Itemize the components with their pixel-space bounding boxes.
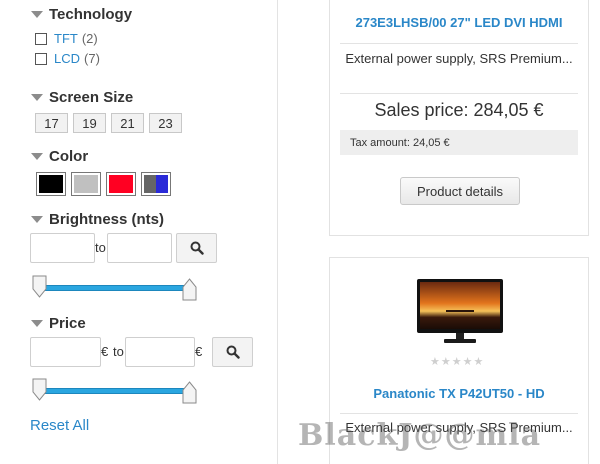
star-icon: ★: [440, 355, 451, 368]
brightness-to-label: to: [95, 240, 106, 255]
brightness-heading[interactable]: Brightness (nts): [31, 211, 164, 228]
collapse-triangle-icon: [31, 216, 43, 223]
option-tft[interactable]: TFT (2): [35, 31, 98, 46]
product-image-monitor[interactable]: [416, 278, 504, 348]
collapse-triangle-icon: [31, 94, 43, 101]
option-count: (7): [84, 51, 100, 66]
color-heading[interactable]: Color: [31, 148, 88, 165]
technology-heading[interactable]: Technology: [31, 6, 132, 23]
product-title[interactable]: 273E3LHSB/00 27" LED DVI HDMI: [330, 15, 588, 30]
collapse-triangle-icon: [31, 320, 43, 327]
divider: [340, 413, 578, 414]
price-search-button[interactable]: [212, 337, 253, 367]
brightness-to-input[interactable]: [107, 233, 172, 263]
search-icon: [226, 345, 240, 359]
color-title: Color: [49, 148, 89, 165]
product-description: External power supply, SRS Premium...: [345, 51, 573, 66]
price-to-label: to: [113, 344, 124, 359]
divider: [340, 43, 578, 44]
collapse-triangle-icon: [31, 11, 43, 18]
option-label[interactable]: LCD: [54, 51, 80, 66]
divider: [340, 93, 578, 94]
price-from-input[interactable]: [30, 337, 101, 367]
size-button-19[interactable]: 19: [73, 113, 106, 133]
product-title[interactable]: Panatonic TX P42UT50 - HD: [330, 386, 588, 401]
color-swatch-black[interactable]: [36, 172, 66, 196]
rating-stars: ★ ★ ★ ★ ★: [430, 355, 484, 368]
brightness-search-button[interactable]: [176, 233, 217, 263]
price-range-slider[interactable]: [32, 376, 198, 406]
color-swatch-red[interactable]: [106, 172, 136, 196]
price-to-input[interactable]: [125, 337, 195, 367]
color-swatch-grey-blue[interactable]: [141, 172, 171, 196]
price-heading[interactable]: Price: [31, 315, 86, 332]
checkbox[interactable]: [35, 32, 47, 45]
slider-rail: [38, 388, 192, 394]
option-count: (2): [81, 31, 98, 46]
filter-panel: Technology TFT (2) LCD (7) Screen Size 1…: [0, 0, 278, 464]
watermark: BlackJ@@mla: [298, 418, 542, 453]
sales-price: Sales price: 284,05 €: [374, 100, 544, 120]
slider-min-handle[interactable]: [32, 378, 47, 404]
brightness-range-slider[interactable]: [32, 273, 198, 303]
star-icon: ★: [473, 355, 484, 368]
reset-all-link[interactable]: Reset All: [30, 417, 89, 434]
slider-max-handle[interactable]: [182, 275, 197, 301]
color-swatch-silver[interactable]: [71, 172, 101, 196]
slider-min-handle[interactable]: [32, 275, 47, 301]
price-from-currency: €: [101, 344, 109, 359]
size-button-23[interactable]: 23: [149, 113, 182, 133]
product-details-button[interactable]: Product details: [400, 177, 520, 205]
collapse-triangle-icon: [31, 153, 43, 160]
tax-amount: Tax amount: 24,05 €: [340, 130, 578, 155]
brightness-from-input[interactable]: [30, 233, 95, 263]
option-label[interactable]: TFT: [54, 31, 78, 46]
size-button-17[interactable]: 17: [35, 113, 68, 133]
screen-size-heading[interactable]: Screen Size: [31, 89, 133, 106]
star-icon: ★: [451, 355, 462, 368]
brightness-title: Brightness (nts): [49, 211, 165, 228]
checkbox[interactable]: [35, 52, 47, 65]
star-icon: ★: [462, 355, 473, 368]
price-to-currency: €: [195, 344, 203, 359]
screen-size-title: Screen Size: [49, 89, 134, 106]
option-lcd[interactable]: LCD (7): [35, 51, 100, 66]
slider-rail: [38, 285, 192, 291]
technology-title: Technology: [49, 6, 133, 23]
slider-max-handle[interactable]: [182, 378, 197, 404]
search-icon: [190, 241, 204, 255]
size-button-21[interactable]: 21: [111, 113, 144, 133]
price-title: Price: [49, 315, 86, 332]
star-icon: ★: [430, 355, 440, 368]
product-card: 273E3LHSB/00 27" LED DVI HDMI External p…: [329, 0, 589, 236]
